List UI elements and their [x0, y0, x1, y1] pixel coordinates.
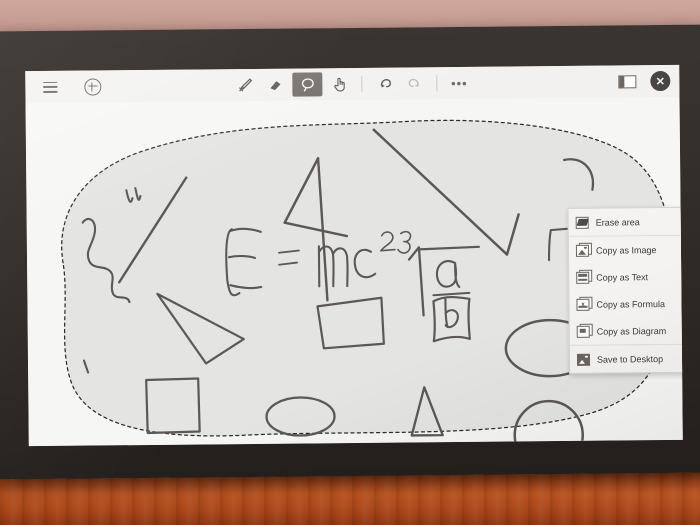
save-to-desktop-icon	[576, 353, 591, 366]
toolbar-divider-2	[436, 75, 438, 92]
context-menu-item-copy-as-text[interactable]: Copy as Text	[569, 263, 683, 291]
menu-icon[interactable]	[37, 76, 63, 98]
whiteboard-canvas[interactable]: Erase area Copy as Image Copy as Text x …	[25, 96, 683, 447]
eraser-glyph	[270, 81, 281, 91]
context-menu-item-copy-as-diagram[interactable]: Copy as Diagram	[570, 317, 683, 345]
toolbar-divider	[361, 75, 363, 92]
eraser-icon[interactable]	[262, 74, 288, 96]
tablet-screen: ••• ✕ Erase area Copy as Image Copy as T…	[25, 64, 683, 447]
close-button[interactable]: ✕	[650, 70, 671, 92]
context-menu-item-erase-area[interactable]: Erase area	[569, 208, 683, 236]
hand-touch-icon[interactable]	[326, 73, 352, 95]
redo-glyph	[408, 78, 419, 87]
lasso-glyph	[301, 77, 314, 92]
plus-circle-glyph	[83, 77, 101, 96]
context-menu-item-label: Save to Desktop	[596, 353, 664, 365]
context-menu-item-copy-as-formula[interactable]: x Copy as Formula	[569, 290, 682, 318]
context-menu[interactable]: Erase area Copy as Image Copy as Text x …	[567, 206, 683, 374]
hamburger-glyph	[43, 81, 58, 93]
photo-scene: ••• ✕ Erase area Copy as Image Copy as T…	[0, 0, 700, 525]
pen-glyph	[238, 78, 253, 92]
more-options-glyph: •••	[450, 75, 468, 91]
wooden-desk	[0, 472, 700, 525]
undo-glyph	[380, 78, 391, 88]
touch-hand-glyph	[334, 77, 345, 92]
lasso-select-icon[interactable]	[292, 72, 323, 97]
context-menu-item-label: Copy as Image	[595, 244, 657, 256]
more-options-icon[interactable]: •••	[446, 72, 472, 94]
copy-as-formula-icon: x	[576, 296, 593, 311]
context-menu-item-label: Copy as Text	[596, 271, 649, 283]
toolbar-right-group: ✕	[614, 70, 671, 93]
add-icon[interactable]	[79, 75, 105, 97]
panel-layout-glyph	[618, 74, 637, 88]
erase-area-icon	[575, 216, 589, 229]
undo-icon[interactable]	[371, 73, 397, 95]
context-menu-item-label: Copy as Diagram	[596, 325, 667, 337]
copy-as-diagram-icon	[576, 323, 593, 338]
context-menu-item-label: Erase area	[595, 216, 640, 228]
toolbar-center-group: •••	[232, 71, 472, 97]
pen-icon[interactable]	[232, 74, 258, 96]
redo-icon[interactable]	[401, 72, 427, 94]
copy-as-text-icon	[576, 269, 593, 284]
panel-layout-icon[interactable]	[614, 70, 640, 92]
copy-as-image-icon	[575, 242, 592, 257]
context-menu-item-label: Copy as Formula	[596, 298, 666, 310]
toolbar-left-group	[25, 75, 105, 98]
context-menu-item-copy-as-image[interactable]: Copy as Image	[569, 236, 683, 264]
context-menu-item-save-to-desktop[interactable]: Save to Desktop	[570, 345, 683, 373]
